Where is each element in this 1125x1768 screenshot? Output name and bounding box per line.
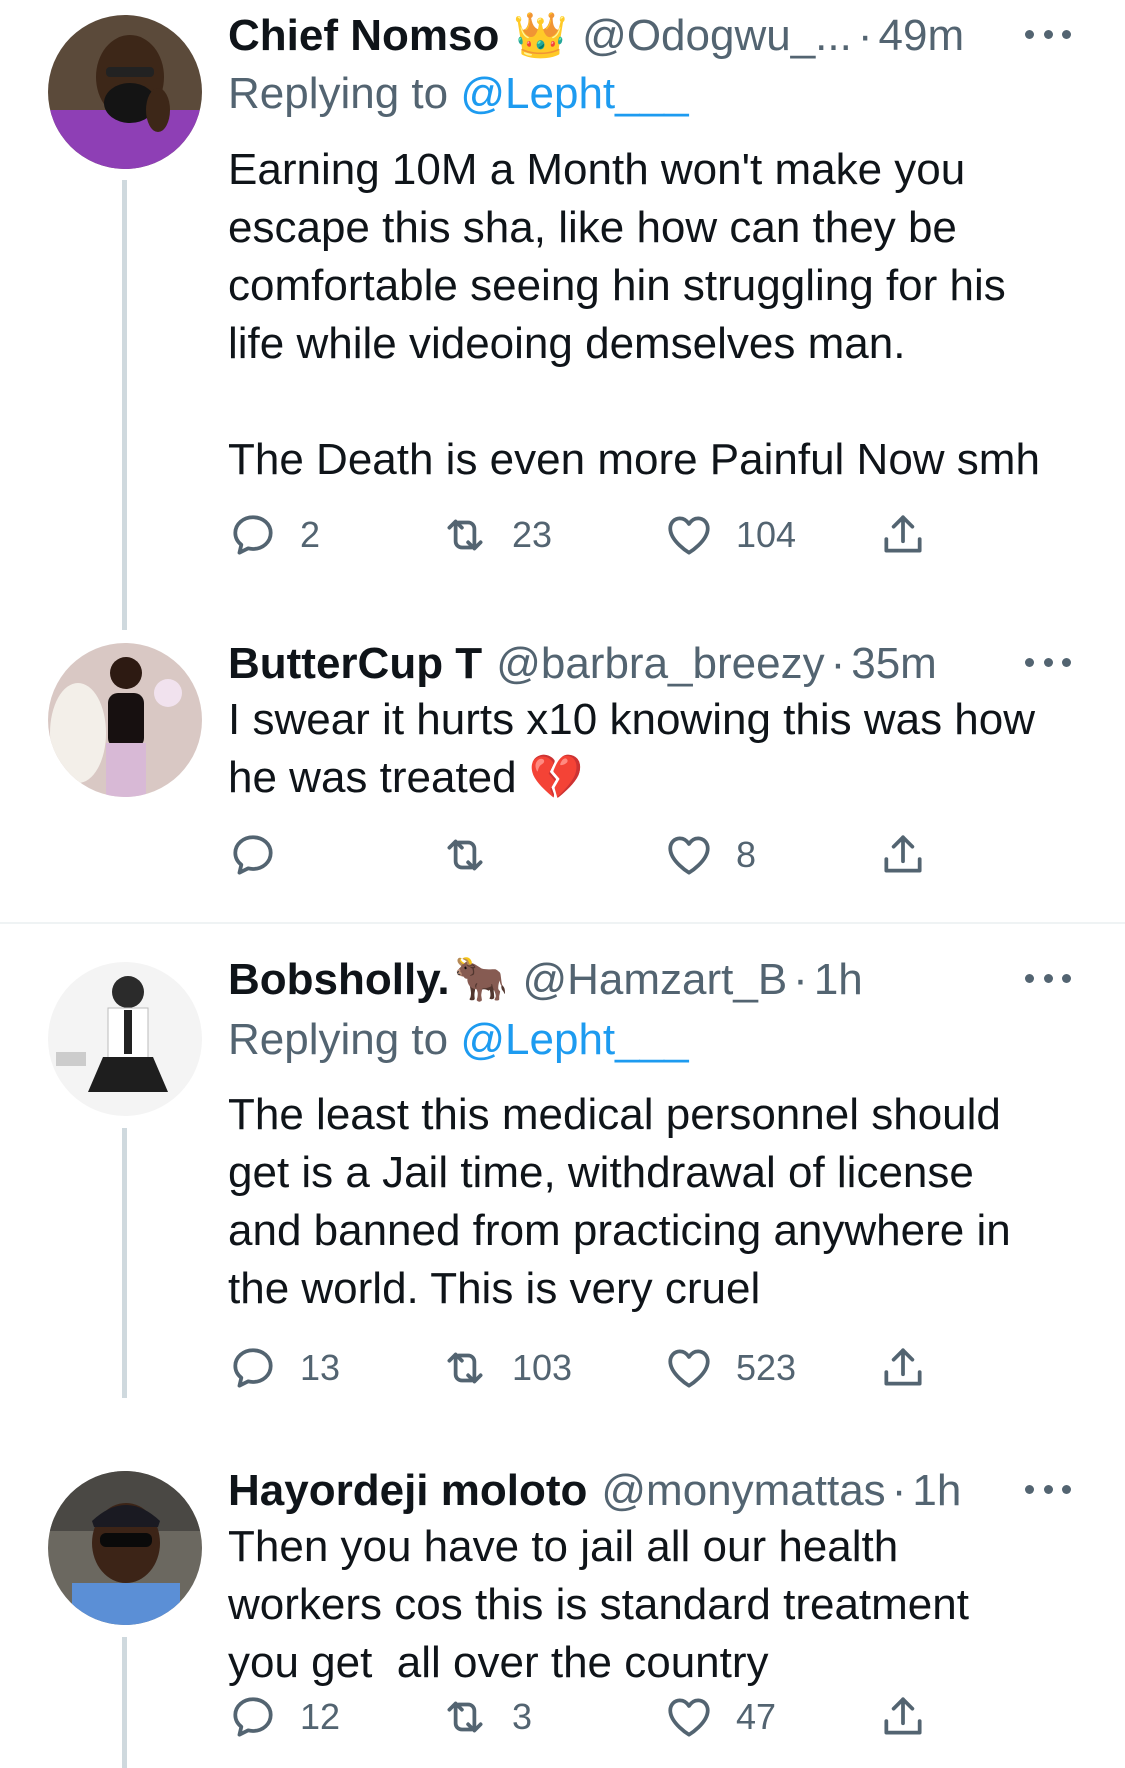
replying-to: Replying to @Lepht___ [228,1012,689,1068]
reply-icon [233,835,273,875]
reply-button[interactable]: 12 [228,1687,340,1747]
reply-button[interactable]: 13 [228,1338,340,1398]
display-name[interactable]: ButterCup T [228,636,482,692]
reply-button[interactable]: 2 [228,505,320,565]
timestamp[interactable]: 1h [814,952,863,1008]
retweet-button[interactable]: 103 [440,1338,572,1398]
like-count: 8 [736,834,757,875]
tweet-header: Chief Nomso 👑 @Odogwu_... · 49m [228,8,1065,64]
retweet-icon [447,1701,483,1733]
replying-mention[interactable]: @Lepht___ [460,69,688,118]
retweet-icon [447,1352,483,1384]
avatar[interactable] [48,962,202,1116]
timestamp[interactable]: 49m [879,8,965,64]
replying-to: Replying to @Lepht___ [228,66,689,122]
share-icon [884,1697,922,1735]
share-icon [884,835,922,873]
more-icon[interactable] [1025,30,1071,39]
like-icon [668,1349,710,1388]
separator: · [793,955,808,1004]
action-bar: 2 23 104 [228,505,948,565]
separator: · [857,11,873,60]
ox-emoji: 🐂 [453,955,509,1004]
user-handle[interactable]: @monymattas [601,1463,885,1519]
user-handle[interactable]: @barbra_breezy [496,636,824,692]
like-button[interactable]: 104 [664,505,796,565]
thread-line [122,1128,127,1398]
reply-count: 2 [300,514,321,555]
share-icon [884,1348,922,1386]
tweet-text: Earning 10M a Month won't make you escap… [228,145,1040,484]
share-icon [884,515,922,553]
display-name[interactable]: Bobsholly. [228,952,450,1008]
replying-label: Replying to [228,1015,449,1064]
user-handle[interactable]: @Hamzart_B [522,952,787,1008]
action-bar: 13 103 523 [228,1338,948,1398]
reply-button[interactable] [228,825,278,885]
crown-emoji: 👑 [513,11,569,60]
tweet-text: Then you have to jail all our health wor… [228,1522,969,1687]
separator: · [830,639,846,688]
like-count: 104 [736,514,797,555]
reply-icon [233,1697,273,1737]
retweet-count: 23 [512,514,553,555]
like-button[interactable]: 8 [664,825,756,885]
avatar[interactable] [48,15,202,169]
display-name[interactable]: Chief Nomso [228,8,499,64]
more-icon[interactable] [1025,658,1071,667]
tweet-text: I swear it hurts x10 knowing this was ho… [228,695,1036,802]
action-bar: 8 [228,825,948,885]
like-icon [668,1698,710,1737]
like-button[interactable]: 523 [664,1338,796,1398]
tweet-1[interactable]: Chief Nomso 👑 @Odogwu_... · 49m Replying… [0,0,1125,630]
thread-line [122,180,127,630]
retweet-count: 3 [512,1696,533,1737]
tweet-4[interactable]: Hayordeji moloto @monymattas · 1h Then y… [0,1460,1125,1768]
reply-count: 13 [300,1347,341,1388]
share-button[interactable] [878,1687,928,1747]
share-button[interactable] [878,825,928,885]
retweet-button[interactable]: 23 [440,505,552,565]
like-count: 47 [736,1696,777,1737]
divider [0,922,1125,924]
tweet-2[interactable]: ButterCup T @barbra_breezy · 35m I swear… [0,620,1125,920]
reply-icon [233,1348,273,1388]
more-icon[interactable] [1025,1485,1071,1494]
like-count: 523 [736,1347,797,1388]
retweet-count: 103 [512,1347,573,1388]
retweet-icon [447,839,483,871]
tweet-text: The least this medical personnel should … [228,1090,1011,1313]
user-handle[interactable]: @Odogwu_... [582,8,852,64]
like-icon [668,516,710,555]
more-icon[interactable] [1025,974,1071,983]
timestamp[interactable]: 1h [912,1463,961,1519]
retweet-button[interactable]: 3 [440,1687,532,1747]
display-name[interactable]: Hayordeji moloto [228,1463,587,1519]
like-icon [668,836,710,875]
retweet-icon [447,519,483,551]
tweet-header: Hayordeji moloto @monymattas · 1h [228,1463,1065,1519]
tweet-3[interactable]: Bobsholly. 🐂 @Hamzart_B · 1h Replying to… [0,940,1125,1460]
tweet-header: Bobsholly. 🐂 @Hamzart_B · 1h [228,952,1065,1008]
replying-label: Replying to [228,69,449,118]
avatar[interactable] [48,1471,202,1625]
reply-count: 12 [300,1696,341,1737]
thread-line [122,1637,127,1768]
action-bar: 12 3 47 [228,1687,948,1747]
retweet-button[interactable] [440,825,490,885]
share-button[interactable] [878,1338,928,1398]
like-button[interactable]: 47 [664,1687,776,1747]
tweet-header: ButterCup T @barbra_breezy · 35m [228,636,1065,692]
timestamp[interactable]: 35m [851,636,937,692]
replying-mention[interactable]: @Lepht___ [460,1015,688,1064]
avatar[interactable] [48,643,202,797]
separator: · [891,1466,907,1515]
reply-icon [233,515,273,555]
share-button[interactable] [878,505,928,565]
